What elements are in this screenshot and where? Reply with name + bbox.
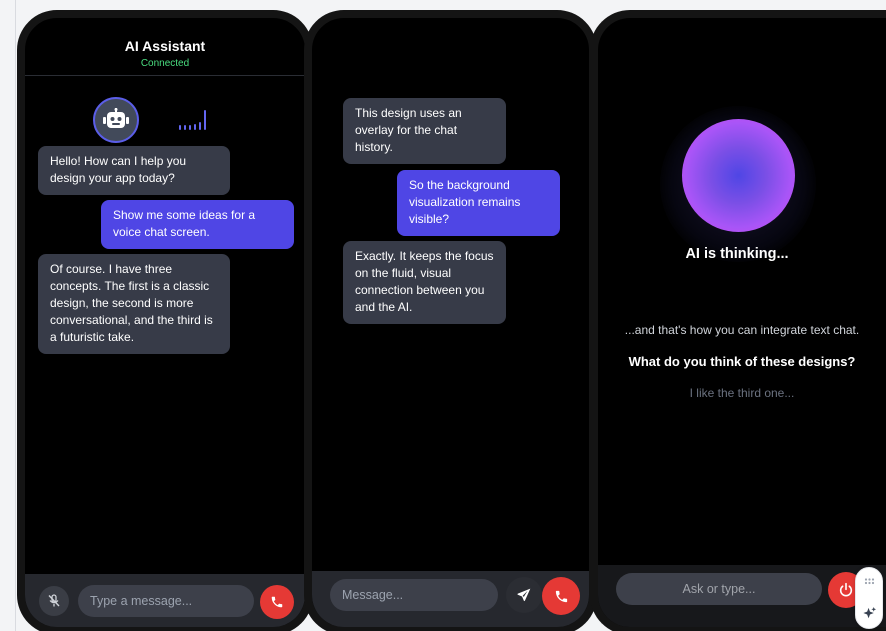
call-button[interactable] — [260, 585, 294, 619]
message-input[interactable]: Message... — [330, 579, 498, 611]
phone-icon — [271, 596, 283, 608]
ask-input[interactable]: Ask or type... — [616, 573, 822, 605]
assistant-title: AI Assistant — [124, 38, 206, 54]
phone-overlay: This design uses an overlay for the chat… — [304, 10, 597, 631]
composer-bar: Type a message... — [25, 574, 305, 627]
power-icon — [839, 582, 853, 597]
send-button[interactable] — [506, 577, 542, 613]
phone-futuristic: AI is thinking... ...and that's how you … — [590, 10, 886, 631]
drag-handle-icon[interactable] — [864, 578, 875, 587]
send-icon — [517, 588, 531, 602]
audio-level-icon — [179, 110, 206, 130]
message-input[interactable]: Type a message... — [78, 585, 254, 617]
page-divider — [15, 0, 16, 631]
ai-orb — [682, 119, 795, 232]
floating-toolbar[interactable] — [855, 567, 883, 629]
composer-bar: Message... — [312, 571, 589, 627]
composer-bar: Ask or type... — [598, 565, 886, 627]
transcript-line: ...and that's how you can integrate text… — [624, 323, 860, 337]
message-bubble-ai: Of course. I have three concepts. The fi… — [38, 254, 230, 354]
phone-icon — [555, 590, 567, 602]
sparkle-icon[interactable] — [862, 606, 877, 621]
ai-status-text: AI is thinking... — [685, 246, 789, 262]
message-bubble-ai: Hello! How can I help you design your ap… — [38, 146, 230, 195]
mic-off-icon — [48, 594, 60, 607]
chat-header: AI Assistant Connected — [25, 18, 305, 76]
phone-classic: AI Assistant Connected Hello! How can I … — [17, 10, 313, 631]
message-bubble-user: So the background visualization remains … — [397, 170, 560, 236]
message-bubble-ai: Exactly. It keeps the focus on the fluid… — [343, 241, 506, 324]
message-input-placeholder: Message... — [342, 588, 404, 602]
mute-button[interactable] — [39, 586, 69, 616]
ask-input-placeholder: Ask or type... — [682, 582, 756, 596]
message-input-placeholder: Type a message... — [90, 594, 193, 608]
user-reply: I like the third one... — [689, 386, 795, 400]
connection-status: Connected — [140, 58, 190, 69]
message-bubble-user: Show me some ideas for a voice chat scre… — [101, 200, 294, 249]
ai-question: What do you think of these designs? — [628, 354, 856, 369]
robot-icon — [93, 97, 139, 143]
call-button[interactable] — [542, 577, 580, 615]
message-bubble-ai: This design uses an overlay for the chat… — [343, 98, 506, 164]
top-strip — [16, 0, 886, 8]
